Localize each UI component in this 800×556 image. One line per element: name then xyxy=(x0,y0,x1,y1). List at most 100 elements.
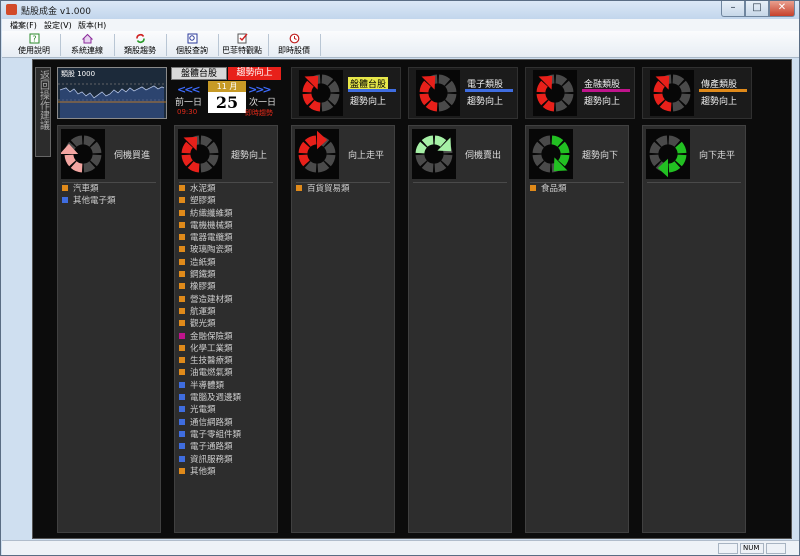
realtime-price-button[interactable]: 即時股價 xyxy=(272,33,316,57)
maximize-button[interactable]: □ xyxy=(745,1,769,17)
sector-name: 通信網路類 xyxy=(190,417,233,428)
trend-tab[interactable]: 趨勢向上 xyxy=(228,67,281,80)
sector-color-square xyxy=(179,295,185,302)
sector-trend-button[interactable]: 類股趨勢 xyxy=(118,33,162,57)
index-card-market[interactable]: 盤體台股 趨勢向上 xyxy=(291,67,401,119)
sector-item[interactable]: 百貨貿易類 xyxy=(296,183,394,195)
cycle-down-flat-icon xyxy=(646,129,690,179)
connect-button[interactable]: 系統連線 xyxy=(64,33,110,57)
sector-item[interactable]: 電機機械類 xyxy=(179,220,277,232)
sector-color-square xyxy=(179,418,185,425)
sector-name: 電機機械類 xyxy=(190,220,233,231)
sector-item[interactable]: 食品類 xyxy=(530,183,628,195)
checklist-icon xyxy=(237,33,248,44)
status-bar: NUM xyxy=(2,540,799,555)
prev-day-button[interactable]: 前一日 xyxy=(175,95,202,108)
close-button[interactable]: ✕ xyxy=(769,1,795,17)
toolbar-divider xyxy=(60,34,61,56)
index-trend: 趨勢向上 xyxy=(701,97,738,107)
trend-cycle-graphic xyxy=(302,74,340,112)
column-label: 伺機賣出 xyxy=(465,151,502,161)
sector-color-square xyxy=(179,344,185,351)
toolbar-divider xyxy=(218,34,219,56)
sector-item[interactable]: 玻璃陶瓷類 xyxy=(179,244,277,256)
title-bar[interactable]: 點股成金 v1.000 – □ ✕ xyxy=(1,1,799,19)
menu-version[interactable]: 版本(H) xyxy=(78,20,106,31)
sector-item[interactable]: 油電燃氣類 xyxy=(179,367,277,379)
cycle-graphic xyxy=(298,130,336,173)
sector-item[interactable]: 光電類 xyxy=(179,404,277,416)
column-down-flat: 向下走平 xyxy=(642,125,746,533)
sector-color-square xyxy=(179,332,185,339)
index-card-traditional[interactable]: 傳產類股 趨勢向上 xyxy=(642,67,752,119)
sector-item[interactable]: 半導體類 xyxy=(179,380,277,392)
market-tab[interactable]: 盤體台股 xyxy=(171,67,227,80)
column-label: 趨勢向上 xyxy=(231,151,268,161)
realtime-trend-label: 即時趨勢 xyxy=(245,109,273,117)
sector-name: 金融保險類 xyxy=(190,331,233,342)
sector-item[interactable]: 電腦及週邊類 xyxy=(179,392,277,404)
cycle-downtrend-icon xyxy=(529,129,573,179)
sector-item[interactable]: 化學工業類 xyxy=(179,343,277,355)
sector-name: 汽車類 xyxy=(73,184,99,194)
sector-item[interactable]: 塑膠類 xyxy=(179,195,277,207)
sector-name: 食品類 xyxy=(541,184,567,194)
menu-settings[interactable]: 設定(V) xyxy=(44,20,72,31)
sector-color-square xyxy=(179,443,185,450)
sector-color-square xyxy=(179,209,185,216)
trend-cycle-icon xyxy=(650,70,694,116)
sector-item[interactable]: 橡膠類 xyxy=(179,281,277,293)
sector-item[interactable]: 營造建材類 xyxy=(179,294,277,306)
column-label: 向上走平 xyxy=(348,151,385,161)
sector-item[interactable]: 航運類 xyxy=(179,306,277,318)
sector-item[interactable]: 資訊服務類 xyxy=(179,454,277,466)
sector-list: 百貨貿易類 xyxy=(296,183,394,195)
help-button[interactable]: ? 使用說明 xyxy=(12,33,56,57)
cycle-uptrend-icon xyxy=(178,129,222,179)
back-to-advice-tab[interactable]: 返回操作建議 xyxy=(35,67,51,157)
sector-item[interactable]: 電子通路類 xyxy=(179,441,277,453)
sector-item[interactable]: 通信網路類 xyxy=(179,417,277,429)
index-card-finance[interactable]: 金融類股 趨勢向上 xyxy=(525,67,635,119)
index-color-bar xyxy=(465,89,513,92)
refresh-trend-icon xyxy=(135,34,145,43)
sector-item[interactable]: 鋼鐵類 xyxy=(179,269,277,281)
sector-item[interactable]: 其他類 xyxy=(179,466,277,478)
sector-name: 電子零組件類 xyxy=(190,429,242,440)
cycle-graphic xyxy=(649,135,687,178)
index-trend: 趨勢向上 xyxy=(584,97,621,107)
buffett-view-button[interactable]: 巴菲特觀點 xyxy=(220,33,264,57)
sector-item[interactable]: 水泥類 xyxy=(179,183,277,195)
menu-file[interactable]: 檔案(F) xyxy=(10,20,37,31)
sector-item[interactable]: 生技醫療類 xyxy=(179,355,277,367)
app-window: 點股成金 v1.000 – □ ✕ 檔案(F) 設定(V) 版本(H) ? 使用… xyxy=(0,0,800,556)
next-day-button[interactable]: 次一日 xyxy=(249,95,276,108)
sector-item[interactable]: 金融保險類 xyxy=(179,331,277,343)
trend-cycle-icon xyxy=(299,70,343,116)
sector-name: 其他類 xyxy=(190,466,216,477)
index-card-electronics[interactable]: 電子類股 趨勢向上 xyxy=(408,67,518,119)
stock-query-button[interactable]: 個股查詢 xyxy=(170,33,214,57)
sector-item[interactable]: 其他電子類 xyxy=(62,195,160,207)
sector-item[interactable]: 汽車類 xyxy=(62,183,160,195)
sector-item[interactable]: 紡織纖維類 xyxy=(179,208,277,220)
trend-cycle-graphic xyxy=(419,74,457,112)
sector-list: 食品類 xyxy=(530,183,628,195)
minimize-button[interactable]: – xyxy=(721,1,745,17)
sector-color-square xyxy=(179,221,185,228)
trend-cycle-graphic xyxy=(653,74,691,112)
trend-cycle-graphic xyxy=(536,74,574,112)
trend-cycle-icon xyxy=(533,70,577,116)
sector-color-square xyxy=(179,234,185,241)
sector-name: 其他電子類 xyxy=(73,196,116,207)
sector-item[interactable]: 觀光類 xyxy=(179,318,277,330)
month-display: 11 月 xyxy=(208,81,246,92)
sector-name: 電腦及週邊類 xyxy=(190,393,242,404)
sector-item[interactable]: 電子零組件類 xyxy=(179,429,277,441)
sector-item[interactable]: 造紙類 xyxy=(179,257,277,269)
sector-color-square xyxy=(179,455,185,462)
toolbar: ? 使用說明 系統連線 類股趨勢 個股查詢 巴菲特觀點 即時股價 xyxy=(2,31,799,58)
sector-item[interactable]: 電器電纜類 xyxy=(179,232,277,244)
mini-index-chart[interactable]: 類股 1000 xyxy=(57,67,167,119)
sector-color-square xyxy=(179,307,185,314)
